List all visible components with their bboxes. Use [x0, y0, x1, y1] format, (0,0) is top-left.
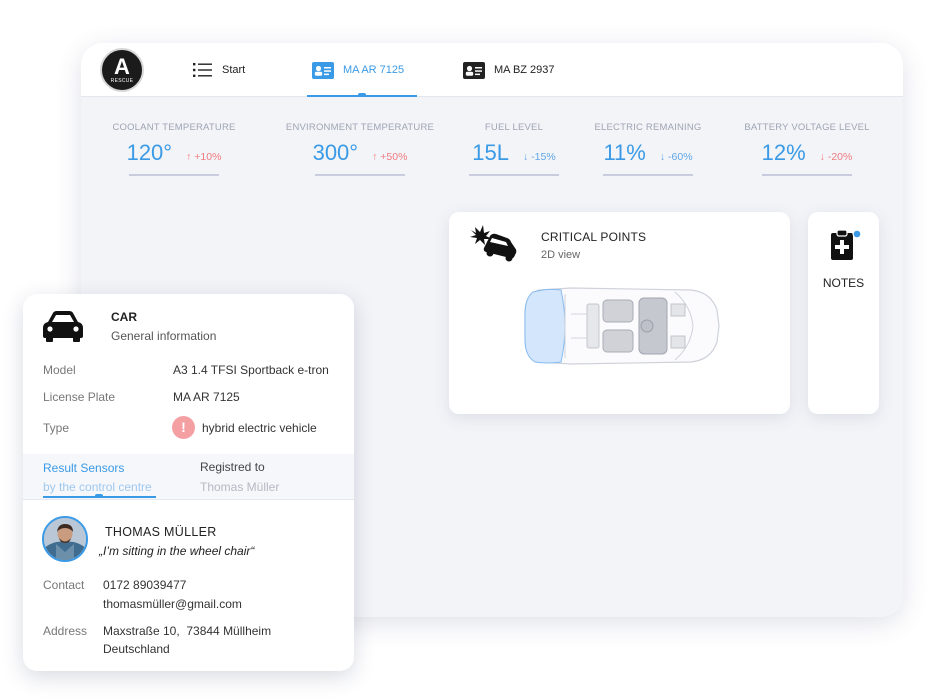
email-address[interactable]: thomasmüller@gmail.com: [103, 597, 242, 611]
car-icon: [41, 309, 85, 348]
subtab-result-sensors-sub[interactable]: by the control centre: [43, 480, 152, 494]
car-crash-icon: [469, 224, 519, 267]
metric-label: ENVIRONMENT TEMPERATURE: [285, 122, 435, 133]
subtab-result-sensors[interactable]: Result Sensors: [43, 461, 124, 475]
person-quote: „I’m sitting in the wheel chair“: [99, 544, 255, 558]
phone-number[interactable]: 0172 89039477: [103, 578, 186, 592]
notes-label: NOTES: [822, 276, 865, 290]
metric-change-value: -15%: [531, 151, 556, 163]
tab-label: MA AR 7125: [343, 64, 405, 76]
alert-icon: !: [172, 416, 195, 439]
field-value-model: A3 1.4 TFSI Sportback e-tron: [173, 363, 329, 377]
car-card-subtitle: General information: [111, 329, 217, 343]
contact-label: Contact: [43, 578, 85, 592]
subtab-registered-to-sub[interactable]: Thomas Müller: [200, 480, 279, 494]
metric-value: 15L: [472, 140, 510, 165]
metric-label: FUEL LEVEL: [484, 122, 544, 133]
subtab-registered-to[interactable]: Registred to: [200, 460, 265, 474]
metric-value: 300°: [312, 140, 359, 165]
address-label: Address: [43, 624, 88, 638]
logo-text: RESCUE: [110, 78, 134, 84]
person-name: THOMAS MÜLLER: [105, 525, 217, 539]
metric-label: COOLANT TEMPERATURE: [112, 122, 236, 133]
car-info-card: CAR General information Model A3 1.4 TFS…: [23, 294, 354, 671]
divider: [23, 499, 354, 500]
metric-change-value: -20%: [827, 151, 853, 163]
metric-environment-temperature: ENVIRONMENT TEMPERATURE 300° ↑ +50%: [274, 122, 446, 176]
metric-label: ELECTRIC REMAINING: [594, 122, 702, 133]
metric-change: ↓ -15%: [523, 151, 556, 163]
metric-value: 120°: [126, 140, 173, 165]
field-value-type: hybrid electric vehicle: [202, 421, 317, 435]
metric-underline: [315, 174, 405, 176]
logo-letter: A: [114, 54, 130, 79]
notes-card[interactable]: NOTES: [808, 212, 879, 414]
metric-value: 11%: [603, 140, 646, 165]
critical-points-card[interactable]: CRITICAL POINTS 2D view: [449, 212, 790, 414]
critical-points-title: CRITICAL POINTS: [541, 230, 647, 244]
active-subtab-indicator-dot: [95, 494, 103, 498]
field-label-type: Type: [43, 421, 70, 435]
top-navigation-bar: A RESCUE Start MA AR 7125 MA BZ 2937: [81, 43, 903, 97]
metric-change: ↓ -60%: [659, 151, 693, 163]
metric-underline: [469, 174, 559, 176]
metric-change: ↑ +10%: [186, 151, 222, 163]
critical-points-subtitle: 2D view: [541, 249, 581, 261]
metric-change-value: +50%: [380, 151, 408, 163]
id-card-icon: [463, 61, 485, 79]
tab-label: Start: [222, 64, 246, 76]
car-card-title: CAR: [111, 310, 137, 324]
metric-value: 12%: [761, 140, 806, 165]
metric-fuel-level: FUEL LEVEL 15L ↓ -15%: [458, 122, 570, 176]
metric-change: ↑ +50%: [372, 151, 408, 163]
field-label-license-plate: License Plate: [43, 390, 116, 404]
metric-change-value: -60%: [668, 151, 693, 163]
tab-start[interactable]: Start: [193, 43, 245, 97]
metric-underline: [762, 174, 852, 176]
list-icon: [193, 62, 213, 78]
metric-change-value: +10%: [194, 151, 222, 163]
tab-ma-ar-7125[interactable]: MA AR 7125: [312, 43, 404, 97]
metric-coolant-temperature: COOLANT TEMPERATURE 120° ↑ +10%: [102, 122, 246, 176]
metric-underline: [603, 174, 693, 176]
tab-ma-bz-2937[interactable]: MA BZ 2937: [463, 43, 555, 97]
avatar[interactable]: [42, 516, 88, 562]
field-value-license-plate: MA AR 7125: [173, 390, 240, 404]
metric-change: ↓ -20%: [819, 151, 853, 163]
metric-electric-remaining: ELECTRIC REMAINING 11% ↓ -60%: [586, 122, 710, 176]
address-line-1: Maxstraße 10, 73844 Müllheim: [103, 624, 272, 638]
medical-clipboard-icon: [830, 229, 864, 266]
rescue-logo[interactable]: A RESCUE: [100, 48, 144, 92]
active-tab-indicator-dot: [358, 93, 366, 97]
address-line-2: Deutschland: [103, 642, 170, 656]
tab-label: MA BZ 2937: [494, 64, 555, 76]
metric-underline: [129, 174, 219, 176]
field-label-model: Model: [43, 363, 76, 377]
id-card-icon: [312, 61, 334, 79]
car-top-view-diagram[interactable]: [521, 284, 721, 373]
metric-label: BATTERY VOLTAGE LEVEL: [744, 122, 870, 133]
metric-battery-voltage-level: BATTERY VOLTAGE LEVEL 12% ↓ -20%: [735, 122, 879, 176]
